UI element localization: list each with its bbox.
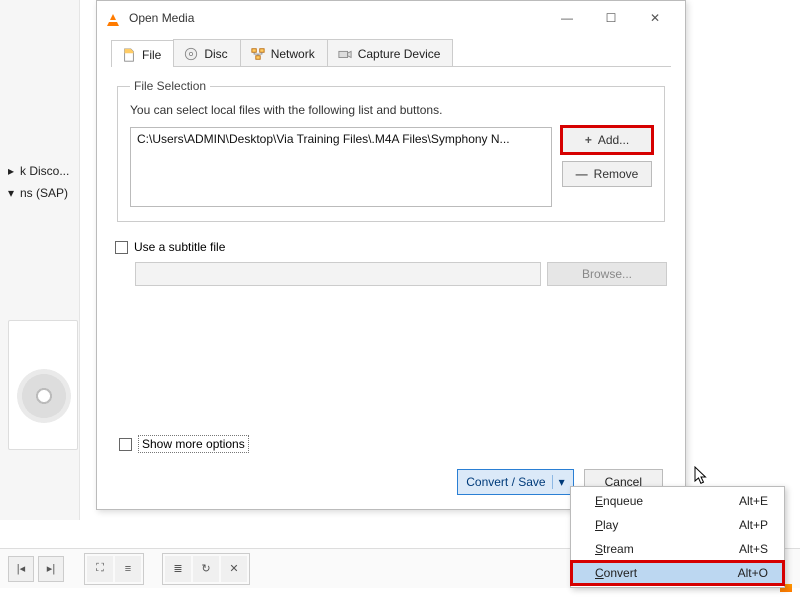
album-art-placeholder: [8, 320, 78, 450]
titlebar: Open Media — ☐ ✕: [97, 1, 685, 35]
menu-item-enqueue[interactable]: Enqueue Alt+E: [571, 489, 784, 513]
menu-item-stream[interactable]: Stream Alt+S: [571, 537, 784, 561]
file-selection-legend: File Selection: [130, 79, 210, 93]
file-icon: [122, 48, 136, 62]
mouse-cursor-icon: [694, 466, 710, 489]
fullscreen-button[interactable]: ⛶: [87, 556, 113, 582]
convert-save-dropdown-menu: Enqueue Alt+E Play Alt+P Stream Alt+S Co…: [570, 486, 785, 588]
network-icon: [251, 47, 265, 61]
close-button[interactable]: ✕: [633, 3, 677, 33]
subtitle-path-input: [135, 262, 541, 286]
browse-button: Browse...: [547, 262, 667, 286]
file-list-item[interactable]: C:\Users\ADMIN\Desktop\Via Training File…: [137, 132, 545, 146]
capture-icon: [338, 47, 352, 61]
file-selection-group: File Selection You can select local file…: [117, 79, 665, 222]
convert-save-dropdown-arrow[interactable]: ▾: [552, 475, 565, 489]
tab-bar: File Disc Network Capture Device: [111, 39, 671, 67]
plus-icon: +: [585, 133, 592, 147]
shuffle-button[interactable]: ✕: [221, 556, 247, 582]
convert-save-button[interactable]: Convert / Save ▾: [457, 469, 573, 495]
window-title: Open Media: [129, 11, 545, 25]
disc-icon: [184, 47, 198, 61]
minus-icon: —: [576, 167, 588, 181]
tab-file[interactable]: File: [111, 40, 174, 67]
show-more-row[interactable]: Show more options: [119, 435, 249, 453]
sidebar-item-sap[interactable]: ▾ns (SAP): [0, 182, 79, 204]
vlc-icon: [105, 10, 121, 26]
menu-item-convert[interactable]: Convert Alt+O: [571, 561, 784, 585]
remove-button[interactable]: — Remove: [562, 161, 652, 187]
loop-button[interactable]: ↻: [193, 556, 219, 582]
tab-network[interactable]: Network: [240, 39, 328, 66]
subtitle-checkbox[interactable]: [115, 241, 128, 254]
open-media-dialog: Open Media — ☐ ✕ File Disc Network Captu…: [96, 0, 686, 510]
tab-capture[interactable]: Capture Device: [327, 39, 454, 66]
tab-disc[interactable]: Disc: [173, 39, 240, 66]
file-selection-hint: You can select local files with the foll…: [130, 103, 652, 117]
minimize-button[interactable]: —: [545, 3, 589, 33]
show-more-label: Show more options: [138, 435, 249, 453]
subtitle-label: Use a subtitle file: [134, 240, 225, 254]
prev-button[interactable]: |◂: [8, 556, 34, 582]
settings-button[interactable]: ≡: [115, 556, 141, 582]
maximize-button[interactable]: ☐: [589, 3, 633, 33]
playlist-button[interactable]: ≣: [165, 556, 191, 582]
next-button[interactable]: ▸|: [38, 556, 64, 582]
file-list[interactable]: C:\Users\ADMIN\Desktop\Via Training File…: [130, 127, 552, 207]
menu-item-play[interactable]: Play Alt+P: [571, 513, 784, 537]
add-button[interactable]: + Add...: [562, 127, 652, 153]
show-more-checkbox[interactable]: [119, 438, 132, 451]
subtitle-row: Use a subtitle file: [115, 240, 667, 254]
sidebar-item-disco[interactable]: ▸k Disco...: [0, 160, 79, 182]
